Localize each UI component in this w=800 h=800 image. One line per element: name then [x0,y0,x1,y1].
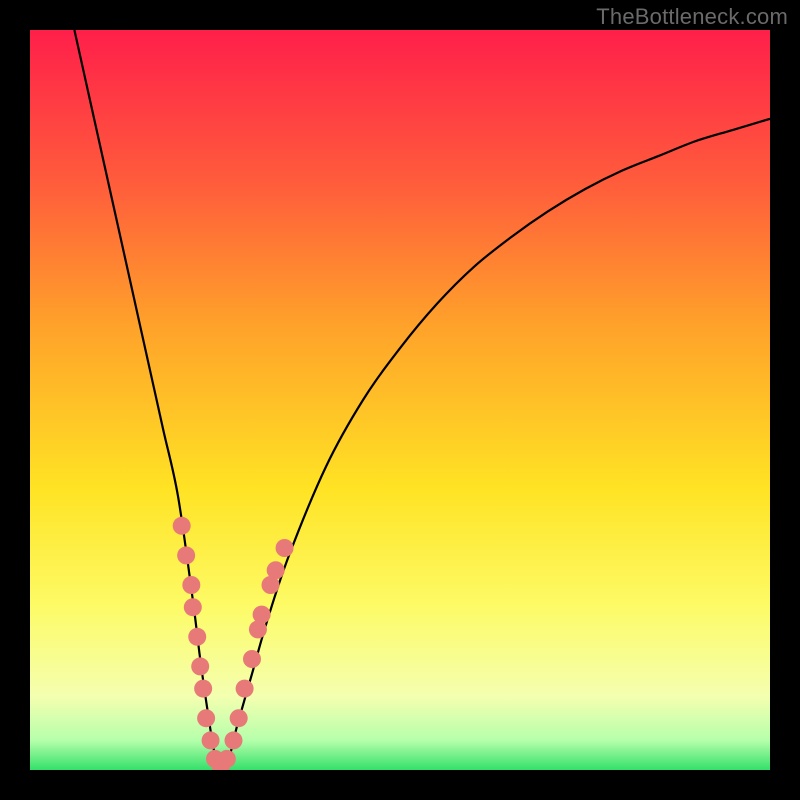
highlight-point [230,709,248,727]
highlight-point [177,546,195,564]
highlight-point [182,576,200,594]
highlight-point [194,680,212,698]
highlight-point [173,517,191,535]
highlight-point [225,731,243,749]
highlight-point [253,606,271,624]
curve-layer [30,30,770,770]
highlight-point [218,750,236,768]
watermark-text: TheBottleneck.com [596,4,788,30]
highlight-point [243,650,261,668]
highlight-point [191,657,209,675]
highlight-point [197,709,215,727]
bottleneck-curve [74,30,770,770]
chart-frame: TheBottleneck.com [0,0,800,800]
highlight-points [173,517,294,770]
highlight-point [184,598,202,616]
highlight-point [202,731,220,749]
highlight-point [236,680,254,698]
highlight-point [267,561,285,579]
plot-area [30,30,770,770]
highlight-point [188,628,206,646]
highlight-point [276,539,294,557]
